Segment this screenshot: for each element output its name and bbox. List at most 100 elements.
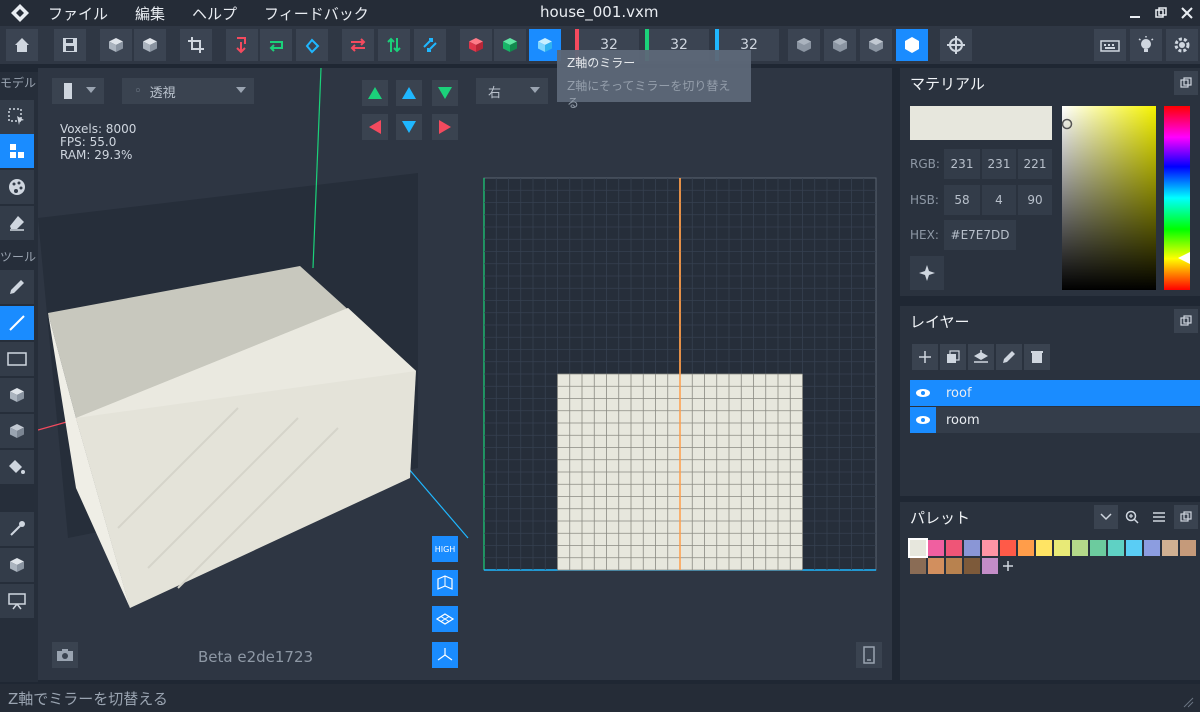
target-button[interactable] [940, 29, 972, 61]
palette-swatch[interactable] [908, 538, 928, 558]
rotate-button[interactable] [296, 29, 328, 61]
eyedropper-button[interactable] [0, 512, 34, 546]
palette-swatch[interactable] [1108, 540, 1124, 556]
popout-icon[interactable] [1174, 505, 1198, 529]
popout-icon[interactable] [1174, 309, 1198, 333]
layer-row-room[interactable]: room [910, 407, 1200, 433]
palette-swatch[interactable] [1090, 540, 1106, 556]
sparkle-icon[interactable] [910, 256, 944, 290]
voxel-cube-button[interactable] [0, 548, 34, 582]
add-swatch-icon[interactable] [1000, 558, 1016, 574]
arrow-up-blue-button[interactable] [396, 80, 422, 106]
delete-layer-icon[interactable] [1024, 344, 1050, 370]
palette-swatch[interactable] [1036, 540, 1052, 556]
saturation-brightness-picker[interactable] [1061, 106, 1156, 290]
3d-viewport[interactable]: ◦ 透視 Voxels: 8000 FPS: 55.0 RAM: 29.3% 右 … [38, 68, 892, 680]
palette-swatch[interactable] [946, 540, 962, 556]
pencil-tool-button[interactable] [0, 270, 34, 304]
hex-field[interactable]: #E7E7DD [944, 220, 1016, 250]
home-button[interactable] [6, 29, 38, 61]
add-layer-icon[interactable] [912, 344, 938, 370]
hsb-b-field[interactable]: 90 [1018, 185, 1052, 215]
rename-layer-icon[interactable] [996, 344, 1022, 370]
arrow-down-blue-button[interactable] [396, 114, 422, 140]
palette-swatch[interactable] [946, 558, 962, 574]
resize-grip-icon[interactable] [1182, 696, 1194, 708]
palette-swatch[interactable] [964, 558, 980, 574]
palette-swatch[interactable] [982, 540, 998, 556]
palette-swatch[interactable] [964, 540, 980, 556]
palette-swatch[interactable] [910, 558, 926, 574]
render-flat-button[interactable] [860, 29, 892, 61]
save-button[interactable] [54, 29, 86, 61]
rgb-g-field[interactable]: 231 [982, 149, 1016, 179]
palette-swatch[interactable] [1180, 540, 1196, 556]
voxel-tool-button[interactable] [0, 134, 34, 168]
fill-bucket-button[interactable] [0, 450, 34, 484]
camera-icon[interactable] [52, 642, 78, 668]
hsb-s-field[interactable]: 4 [982, 185, 1016, 215]
duplicate-layer-icon[interactable] [940, 344, 966, 370]
restore-icon[interactable] [1148, 0, 1174, 26]
render-grid-button[interactable] [824, 29, 856, 61]
keyboard-icon[interactable] [1094, 29, 1126, 61]
merge-layer-icon[interactable] [968, 344, 994, 370]
layout-dropdown[interactable] [52, 78, 104, 104]
mirror-x-button[interactable] [460, 29, 492, 61]
minimize-icon[interactable] [1122, 0, 1148, 26]
palette-swatch[interactable] [1054, 540, 1070, 556]
menu-feedback[interactable]: フィードバック [264, 3, 369, 24]
select-tool-button[interactable] [0, 100, 34, 134]
palette-swatch[interactable] [928, 558, 944, 574]
arrow-right-red-button[interactable] [432, 114, 458, 140]
presentation-icon[interactable] [0, 584, 34, 618]
view-mode-dropdown[interactable]: ◦ 透視 [122, 78, 254, 104]
render-solid-button[interactable] [896, 29, 928, 61]
lightbulb-icon[interactable] [1130, 29, 1162, 61]
palette-swatch[interactable] [1144, 540, 1160, 556]
export-voxel-button[interactable] [134, 29, 166, 61]
list-menu-icon[interactable] [1147, 505, 1171, 529]
arrow-up-green-button[interactable] [362, 80, 388, 106]
wall-grid-icon[interactable] [432, 570, 458, 596]
floor-grid-icon[interactable] [432, 606, 458, 632]
palette-swatch[interactable] [982, 558, 998, 574]
box-tool-button[interactable] [0, 378, 34, 412]
arrow-left-red-button[interactable] [362, 114, 388, 140]
eraser-button[interactable] [0, 206, 34, 240]
render-wire-button[interactable] [788, 29, 820, 61]
loop-button[interactable] [260, 29, 292, 61]
line-tool-button[interactable] [0, 306, 34, 340]
zoom-in-icon[interactable] [1120, 505, 1144, 529]
quality-high-button[interactable]: HIGH [432, 536, 458, 562]
close-icon[interactable] [1174, 0, 1200, 26]
palette-swatch[interactable] [928, 540, 944, 556]
palette-swatch[interactable] [1000, 540, 1016, 556]
crop-button[interactable] [180, 29, 212, 61]
sphere-tool-button[interactable] [0, 414, 34, 448]
palette-swatch[interactable] [1126, 540, 1142, 556]
hsb-h-field[interactable]: 58 [944, 185, 980, 215]
rgb-r-field[interactable]: 231 [944, 149, 980, 179]
visibility-eye-icon[interactable] [910, 380, 936, 406]
menu-help[interactable]: ヘルプ [192, 3, 237, 24]
flip-y-button[interactable] [378, 29, 410, 61]
palette-swatch[interactable] [1018, 540, 1034, 556]
side-select-dropdown[interactable]: 右 [476, 78, 548, 104]
arrow-down-green-button[interactable] [432, 80, 458, 106]
mirror-y-button[interactable] [494, 29, 526, 61]
paint-palette-button[interactable] [0, 170, 34, 204]
menu-file[interactable]: ファイル [48, 3, 108, 24]
visibility-eye-icon[interactable] [910, 407, 936, 433]
flip-z-button[interactable] [414, 29, 446, 61]
popout-icon[interactable] [1174, 71, 1198, 95]
current-color-swatch[interactable] [910, 106, 1052, 140]
layer-row-roof[interactable]: roof [910, 380, 1200, 406]
import-voxel-button[interactable] [100, 29, 132, 61]
flip-x-button[interactable] [342, 29, 374, 61]
chevron-down-icon[interactable] [1094, 505, 1118, 529]
rgb-b-field[interactable]: 221 [1018, 149, 1052, 179]
axis-gizmo-icon[interactable] [432, 642, 458, 668]
palette-swatch[interactable] [1162, 540, 1178, 556]
hue-slider[interactable] [1164, 106, 1190, 290]
